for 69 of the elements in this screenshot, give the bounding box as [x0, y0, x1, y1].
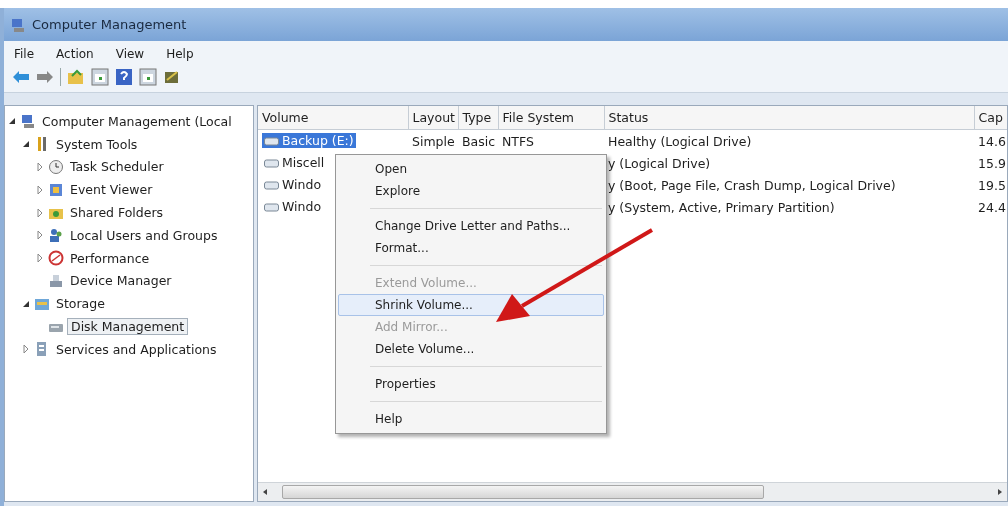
- device-icon: [48, 272, 64, 289]
- menu-item[interactable]: Open: [338, 158, 604, 180]
- table-cell: 15.9: [978, 155, 1006, 171]
- expand-icon[interactable]: [35, 184, 45, 195]
- table-cell: Simple: [412, 133, 455, 149]
- menu-item[interactable]: Shrink Volume...: [338, 294, 604, 316]
- tree-item[interactable]: Computer Management (Local: [39, 113, 235, 129]
- help-icon[interactable]: [115, 68, 133, 86]
- folder-icon[interactable]: [67, 68, 85, 86]
- drive-icon: [264, 157, 280, 168]
- tools-icon[interactable]: [163, 68, 181, 86]
- computer-icon: [20, 113, 36, 130]
- table-cell: y (System, Active, Primary Partition): [608, 199, 835, 215]
- column-header[interactable]: Type: [458, 106, 498, 130]
- expand-icon[interactable]: [35, 253, 45, 264]
- menu-item[interactable]: Help: [338, 408, 604, 430]
- collapse-icon[interactable]: [21, 139, 31, 150]
- menu-item[interactable]: Action: [54, 47, 96, 61]
- table-cell: 14.6: [978, 133, 1006, 149]
- tree-item[interactable]: Disk Management: [67, 318, 189, 336]
- window-title: Computer Management: [32, 17, 187, 32]
- column-header[interactable]: Cap: [974, 106, 1007, 130]
- pane-icon[interactable]: [139, 68, 157, 86]
- drive-icon: [264, 201, 280, 212]
- table-cell[interactable]: Windo: [262, 199, 324, 215]
- expand-icon[interactable]: [35, 207, 45, 218]
- drive-icon: [264, 135, 280, 146]
- table-cell[interactable]: Windo: [262, 177, 324, 193]
- computer-icon: [10, 16, 26, 33]
- menu-item[interactable]: Delete Volume...: [338, 338, 604, 360]
- tree-item[interactable]: Services and Applications: [53, 341, 220, 357]
- column-header[interactable]: Status: [604, 106, 974, 130]
- expand-icon[interactable]: [21, 344, 31, 355]
- table-cell: y (Logical Drive): [608, 155, 711, 171]
- tree-item[interactable]: Performance: [67, 250, 153, 266]
- scroll-thumb[interactable]: [282, 485, 764, 499]
- clock-icon: [48, 159, 64, 175]
- tree-item[interactable]: System Tools: [53, 136, 141, 152]
- table-cell: 19.5: [978, 177, 1006, 193]
- table-cell: Healthy (Logical Drive): [608, 133, 752, 149]
- table-cell[interactable]: Miscell: [262, 155, 327, 171]
- forward-icon[interactable]: [36, 68, 54, 86]
- menu-item[interactable]: Explore: [338, 180, 604, 202]
- table-cell: y (Boot, Page File, Crash Dump, Logical Drive): [608, 177, 896, 193]
- expand-icon[interactable]: [35, 230, 45, 241]
- menu-item[interactable]: File: [12, 47, 37, 61]
- drive-icon: [264, 179, 280, 190]
- tree-item[interactable]: Storage: [53, 296, 108, 312]
- collapse-icon[interactable]: [7, 116, 17, 127]
- menu-item[interactable]: Change Drive Letter and Paths...: [338, 215, 604, 237]
- table-cell: Basic: [462, 133, 496, 149]
- pane-icon[interactable]: [91, 68, 109, 86]
- table-cell: 24.4: [978, 199, 1006, 215]
- tree-item[interactable]: Local Users and Groups: [67, 227, 221, 243]
- users-icon: [48, 227, 64, 244]
- tree-item[interactable]: Shared Folders: [67, 205, 167, 221]
- column-header[interactable]: Layout: [408, 106, 458, 130]
- tree-item[interactable]: Event Viewer: [67, 182, 156, 198]
- column-header[interactable]: Volume: [258, 106, 408, 130]
- menu-item[interactable]: Format...: [338, 237, 604, 259]
- tree-item[interactable]: Device Manager: [67, 273, 175, 289]
- menu-item[interactable]: View: [113, 47, 147, 61]
- expand-icon[interactable]: [35, 162, 45, 172]
- menu-item[interactable]: Properties: [338, 373, 604, 395]
- menu-item[interactable]: Help: [164, 47, 196, 61]
- column-header[interactable]: File System: [498, 106, 604, 130]
- table-cell: NTFS: [502, 133, 534, 149]
- tree-item[interactable]: Task Scheduler: [67, 159, 167, 175]
- table-cell[interactable]: Backup (E:): [262, 133, 356, 149]
